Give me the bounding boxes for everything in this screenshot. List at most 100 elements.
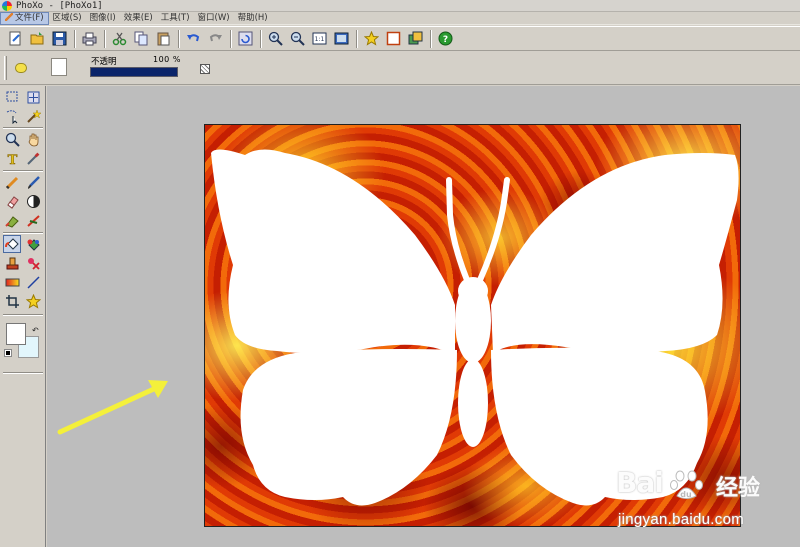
refresh-button[interactable] [235,29,255,49]
favorite-star-icon [363,31,379,46]
opacity-reset-icon[interactable] [200,64,210,74]
eyedropper-tool[interactable] [24,149,42,167]
move-tool[interactable] [24,88,42,106]
window-title: PhoXo - [PhoXo1] [16,0,103,11]
zoom-in-button[interactable] [265,29,285,49]
actual-size-icon: 1:1 [312,32,326,45]
watermark-url: jingyan.baidu.com [618,511,745,528]
print-button[interactable] [79,29,99,49]
main-toolbar: 1:1 ? [0,26,800,51]
svg-text:T: T [7,153,17,166]
undo-button[interactable] [183,29,203,49]
help-icon: ? [438,31,452,46]
line-icon [26,275,40,289]
fit-window-icon [334,32,348,45]
menu-tools[interactable]: 工具(T) [157,12,194,25]
tool-palette: T ↶ [0,86,46,547]
pencil-tool[interactable] [3,173,21,191]
tool-options-icon[interactable] [15,63,27,73]
menu-window[interactable]: 窗口(W) [194,12,234,25]
new-file-icon [9,31,20,46]
toolbar-separator [260,29,262,48]
menu-help[interactable]: 帮助(H) [234,12,272,25]
layers-button[interactable] [405,29,425,49]
menu-selection[interactable]: 区域(S) [49,12,86,25]
gradient-icon [5,278,19,286]
opacity-label: 不透明 [91,57,117,67]
fit-window-button[interactable] [331,29,351,49]
sharpen-tool[interactable] [24,211,42,229]
svg-text:du: du [680,490,692,499]
text-icon: T [7,152,18,166]
palette-separator [3,170,43,172]
watermark-jingyan: 经验 [716,476,761,501]
new-file-button[interactable] [5,29,25,49]
gradient-tool[interactable] [3,273,21,291]
menu-image[interactable]: 图像(I) [86,12,120,25]
brush-tool[interactable] [24,173,42,191]
eyedropper-icon [26,152,39,165]
foreground-color-swatch[interactable] [6,323,26,345]
contrast-tool[interactable] [24,192,42,210]
red-eye-tool[interactable] [24,254,42,272]
lasso-icon [6,109,17,124]
bucket-fill-icon [4,237,19,250]
toolbar-grip[interactable] [4,56,7,80]
fill-tool[interactable] [3,235,21,253]
move-icon [27,91,39,103]
stamp-tool[interactable] [3,254,21,272]
star-shape-icon [25,293,41,309]
gradient-fill-tool[interactable] [24,235,42,253]
svg-text:1:1: 1:1 [314,36,324,43]
zoom-out-icon [290,31,305,46]
shape-star-tool[interactable] [24,292,42,310]
lasso-tool[interactable] [3,107,21,125]
redo-button[interactable] [205,29,225,49]
palette-separator [3,232,43,234]
app-logo-icon [2,0,12,11]
magic-wand-tool[interactable] [24,107,42,125]
brush-color-swatch[interactable] [51,58,67,76]
opacity-slider[interactable] [90,67,178,77]
rect-select-tool[interactable] [3,88,21,106]
favorite-button[interactable] [361,29,381,49]
save-button[interactable] [49,29,69,49]
opacity-slider-fill [91,68,177,76]
help-button[interactable]: ? [435,29,455,49]
baidu-watermark: Bai du 经验 jingyan.baidu.com [612,462,798,544]
zoom-out-button[interactable] [287,29,307,49]
smudge-tool[interactable] [3,211,21,229]
save-icon [52,31,66,46]
paste-icon [157,32,169,46]
rect-select-icon [6,91,17,101]
toolbar-separator [356,29,358,48]
menu-effects[interactable]: 效果(E) [120,12,157,25]
toolbar-separator [430,29,432,48]
title-bar: PhoXo - [PhoXo1] [0,0,800,12]
frame-button[interactable] [383,29,403,49]
hand-tool[interactable] [24,130,42,148]
line-tool[interactable] [24,273,42,291]
copy-button[interactable] [131,29,151,49]
cut-button[interactable] [109,29,129,49]
watermark-logo: Bai [616,466,664,499]
palette-separator [3,372,43,374]
copy-icon [134,31,147,46]
toolbar-separator [74,29,76,48]
eraser-tool[interactable] [3,192,21,210]
crop-tool[interactable] [3,292,21,310]
pencil-icon [5,176,18,189]
zoom-icon [5,132,20,147]
zoom-tool[interactable] [3,130,21,148]
paw-icon: du [670,470,703,499]
crop-icon [5,294,19,308]
menu-file[interactable]: 文件(F) [0,11,49,25]
text-tool[interactable]: T [3,149,21,167]
paste-button[interactable] [153,29,173,49]
swap-colors-icon[interactable]: ↶ [32,326,39,335]
open-button[interactable] [27,29,47,49]
stamp-icon [6,257,18,269]
actual-size-button[interactable]: 1:1 [309,29,329,49]
reset-colors-icon[interactable] [4,349,12,357]
open-folder-icon [30,32,43,45]
